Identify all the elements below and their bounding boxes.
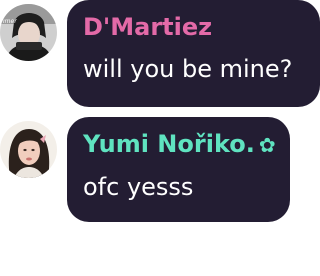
author-name[interactable]: D'Martiez [83, 12, 304, 42]
author-name[interactable]: Yumi Nořiko. ✿ [83, 129, 276, 160]
avatar-caption: ımer [3, 18, 17, 25]
flower-icon: ✿ [258, 133, 276, 157]
message-text: ofc yesss [83, 173, 194, 201]
avatar[interactable] [0, 121, 57, 178]
message-text: will you be mine? [83, 55, 293, 83]
chat-log: ımer D'Martiez will you be mine? Yumi No [0, 0, 320, 276]
avatar-image [0, 121, 57, 178]
message-bubble: D'Martiez will you be mine? [67, 0, 320, 107]
avatar-image: ımer [0, 4, 57, 61]
author-name-text: Yumi Nořiko. [83, 130, 255, 158]
message-bubble: Yumi Nořiko. ✿ ofc yesss [67, 117, 290, 222]
avatar[interactable]: ımer [0, 4, 57, 61]
